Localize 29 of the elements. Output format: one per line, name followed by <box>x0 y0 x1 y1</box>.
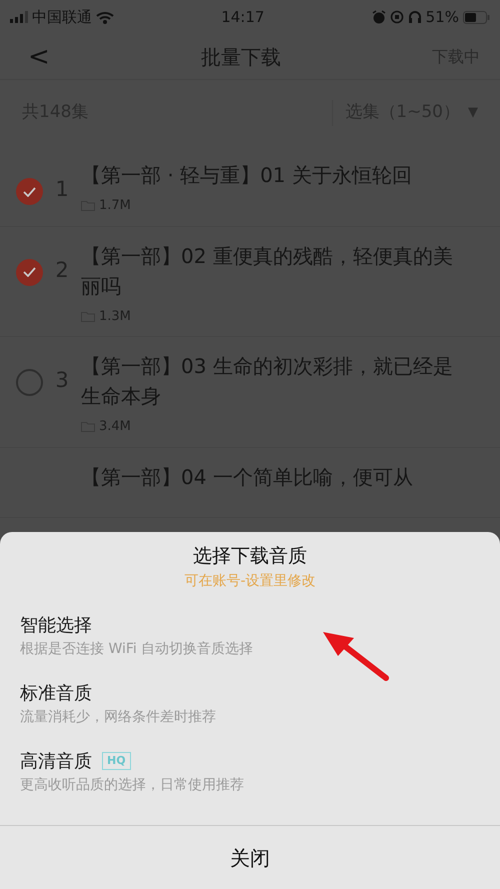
checkbox[interactable] <box>16 258 43 286</box>
checkbox[interactable] <box>16 178 43 205</box>
option-description: 流量消耗少，网络条件差时推荐 <box>20 708 217 726</box>
battery-icon <box>463 10 490 24</box>
quality-option[interactable]: 高清音质 HQ 更高收听品质的选择，日常使用推荐 <box>0 748 500 796</box>
caret-icon: ▼ <box>468 103 478 123</box>
close-button[interactable]: 关闭 <box>0 825 500 889</box>
option-name: 高清音质 <box>20 750 92 774</box>
quality-option[interactable]: 智能选择 根据是否连接 WiFi 自动切换音质选择 <box>0 612 500 660</box>
wifi-icon <box>96 10 114 24</box>
sheet-title: 选择下载音质 <box>192 544 308 569</box>
headphones-icon <box>408 10 422 24</box>
rotation-lock-icon <box>390 10 404 24</box>
quality-tag: HQ <box>102 752 131 770</box>
carrier-name: 中国联通 <box>32 6 92 28</box>
back-button[interactable]: < <box>28 44 50 70</box>
quality-option[interactable]: 标准音质 流量消耗少，网络条件差时推荐 <box>0 680 500 728</box>
clock-time: 14:17 <box>220 6 266 28</box>
option-description: 更高收听品质的选择，日常使用推荐 <box>20 776 245 794</box>
alarm-icon <box>372 10 386 24</box>
checkbox[interactable] <box>16 369 43 396</box>
battery-percent: 51% <box>426 6 459 28</box>
checkmark-icon <box>23 267 36 277</box>
option-name: 智能选择 <box>20 614 92 638</box>
signal-icon <box>10 11 28 23</box>
sheet-subtitle: 可在账号-设置里修改 <box>183 572 317 590</box>
option-description: 根据是否连接 WiFi 自动切换音质选择 <box>20 640 254 658</box>
option-name: 标准音质 <box>20 682 92 706</box>
checkmark-icon <box>23 186 36 196</box>
